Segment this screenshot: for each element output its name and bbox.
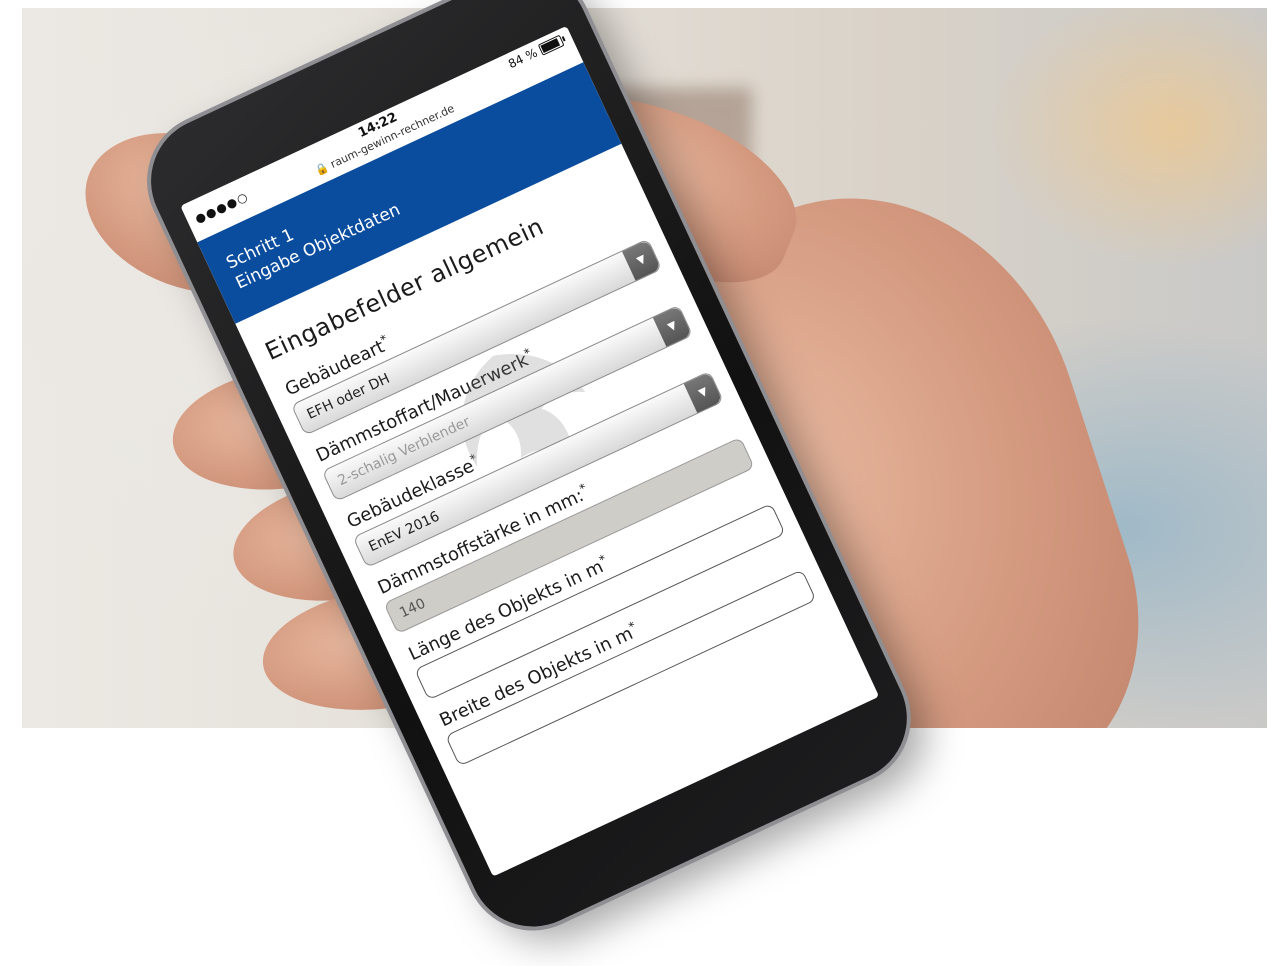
lock-icon: 🔒 bbox=[312, 160, 331, 179]
dropdown-arrow-icon: ▼ bbox=[652, 305, 692, 347]
dropdown-arrow-icon: ▼ bbox=[622, 239, 661, 281]
dropdown-arrow-icon: ▼ bbox=[683, 372, 723, 413]
